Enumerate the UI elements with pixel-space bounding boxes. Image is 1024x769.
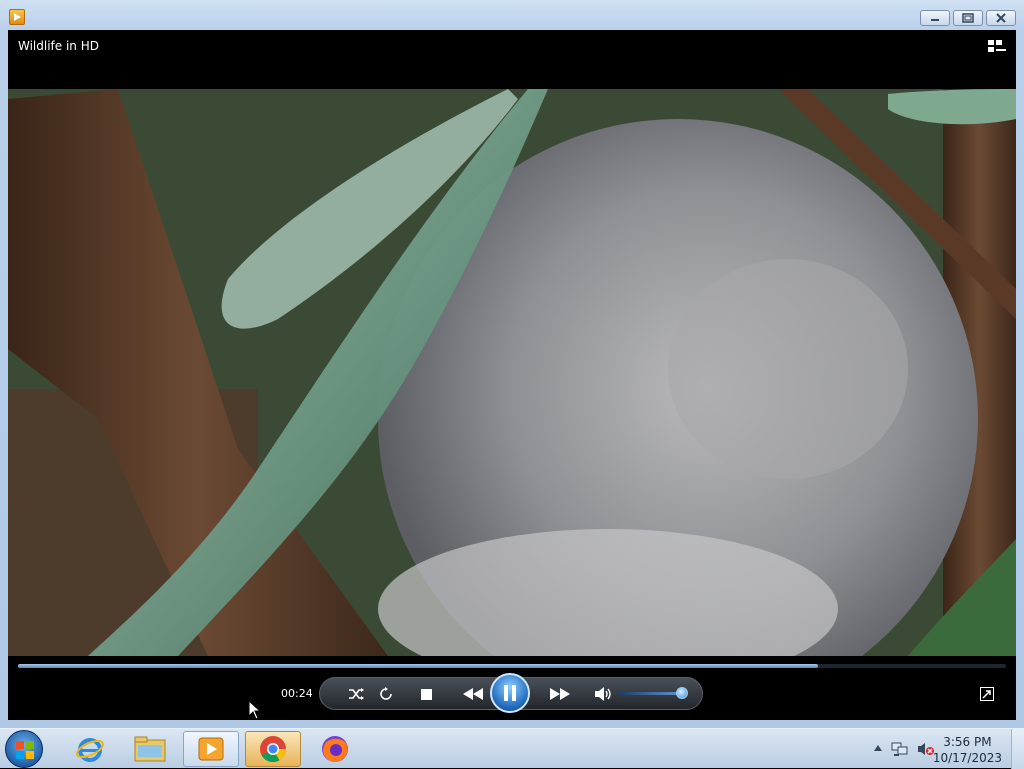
repeat-icon[interactable] xyxy=(374,682,398,706)
stop-icon[interactable] xyxy=(414,682,438,706)
clock-time: 3:56 PM xyxy=(943,735,992,749)
file-explorer-icon xyxy=(134,736,166,762)
clock-date: 10/17/2023 xyxy=(932,751,1002,765)
show-desktop-button[interactable] xyxy=(1011,729,1024,769)
media-player-icon xyxy=(9,9,25,25)
next-icon[interactable] xyxy=(547,682,573,706)
volume-slider-thumb[interactable] xyxy=(676,687,688,699)
taskbar-windows-media-player[interactable] xyxy=(183,731,239,767)
video-title: Wildlife in HD xyxy=(18,39,99,53)
video-frame[interactable] xyxy=(8,89,1016,656)
previous-icon[interactable] xyxy=(460,682,486,706)
koala-video-image xyxy=(8,89,1016,656)
start-button[interactable] xyxy=(5,730,43,768)
taskbar-internet-explorer[interactable] xyxy=(62,731,118,767)
system-tray: 3:56 PM 10/17/2023 xyxy=(864,729,1024,769)
seek-progress xyxy=(18,664,819,668)
taskbar-firefox[interactable] xyxy=(307,731,363,767)
pause-button[interactable] xyxy=(490,673,530,713)
elapsed-time: 00:24 xyxy=(281,687,313,700)
chrome-icon xyxy=(260,736,287,763)
maximize-button[interactable] xyxy=(953,10,983,26)
switch-to-library-icon[interactable] xyxy=(988,39,1006,58)
mouse-cursor-icon xyxy=(248,700,262,720)
shuffle-icon[interactable] xyxy=(344,682,368,706)
volume-icon[interactable] xyxy=(592,682,616,706)
fullscreen-icon[interactable] xyxy=(980,686,994,705)
taskbar-file-explorer[interactable] xyxy=(122,731,178,767)
taskbar: 3:56 PM 10/17/2023 xyxy=(0,728,1024,769)
taskbar-clock[interactable]: 3:56 PM 10/17/2023 xyxy=(933,734,1002,766)
windows-media-player-icon xyxy=(198,737,224,761)
network-icon[interactable] xyxy=(890,740,910,758)
show-hidden-icons-icon[interactable] xyxy=(872,742,884,754)
windows-logo-icon xyxy=(16,741,34,759)
seek-bar[interactable] xyxy=(18,664,1006,668)
player-client-area: Wildlife in HD 00:24 xyxy=(8,30,1016,720)
minimize-button[interactable] xyxy=(920,10,950,26)
firefox-icon xyxy=(322,736,348,762)
close-button[interactable] xyxy=(986,10,1016,26)
volume-slider[interactable] xyxy=(619,692,683,695)
media-player-window: Wildlife in HD 00:24 xyxy=(0,0,1024,728)
internet-explorer-icon xyxy=(76,738,104,762)
pause-icon xyxy=(504,685,516,701)
title-bar[interactable] xyxy=(0,0,1024,30)
taskbar-chrome[interactable] xyxy=(245,731,301,767)
